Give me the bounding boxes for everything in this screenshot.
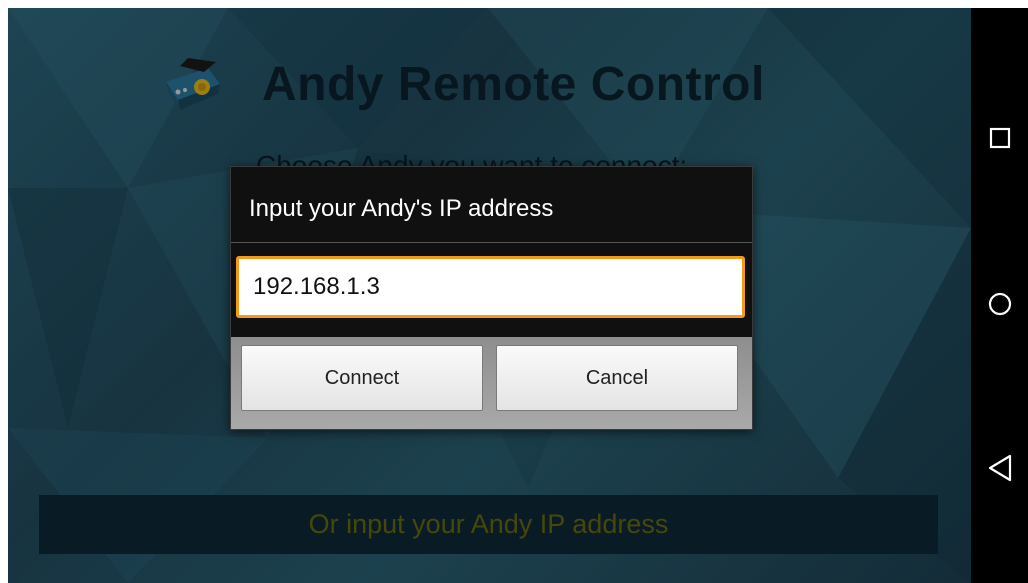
- navigation-bar: [971, 8, 1028, 583]
- cancel-button[interactable]: Cancel: [496, 345, 738, 411]
- dialog-button-panel: Connect Cancel: [231, 337, 752, 429]
- triangle-back-icon: [988, 454, 1011, 482]
- ip-address-input[interactable]: [236, 256, 745, 318]
- recents-button[interactable]: [971, 108, 1028, 168]
- dialog-title: Input your Andy's IP address: [249, 195, 554, 222]
- home-button[interactable]: [971, 274, 1028, 334]
- circle-icon: [988, 292, 1011, 316]
- ip-address-dialog: Input your Andy's IP address Connect Can…: [230, 166, 753, 430]
- dialog-divider: [231, 242, 752, 243]
- connect-button[interactable]: Connect: [241, 345, 483, 411]
- back-button[interactable]: [971, 438, 1028, 498]
- square-icon: [989, 127, 1010, 149]
